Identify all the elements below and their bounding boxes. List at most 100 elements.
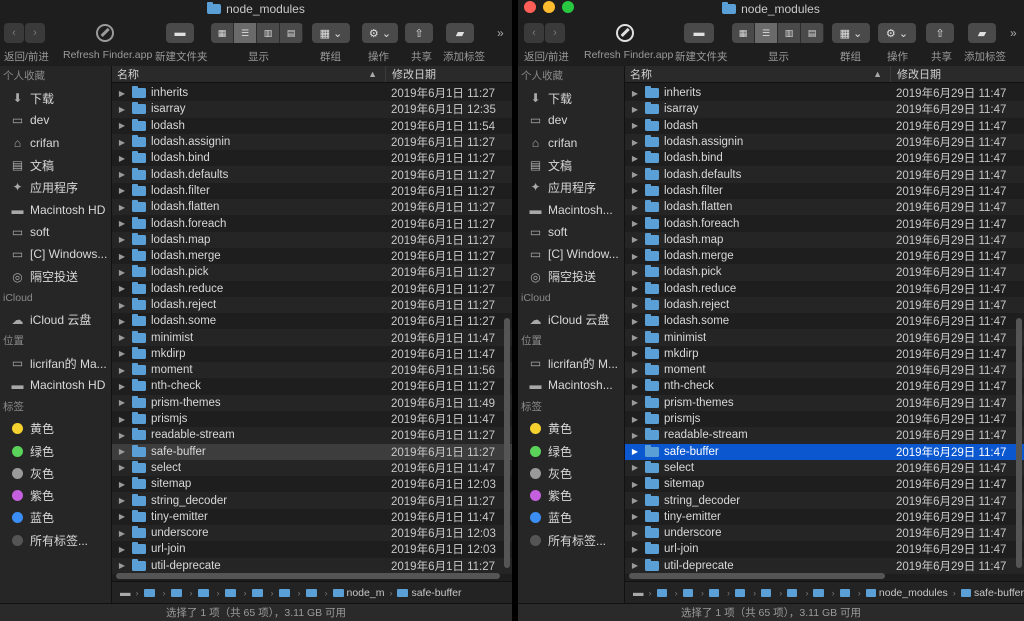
icon-view-icon[interactable]: ▦: [211, 23, 234, 43]
disclosure-triangle-icon[interactable]: ▶: [112, 138, 132, 147]
column-view-icon[interactable]: ▥: [778, 23, 801, 43]
date-column-header[interactable]: 修改日期: [890, 66, 1024, 82]
back-button[interactable]: ‹: [524, 23, 544, 43]
table-row[interactable]: ▶ lodash.foreach 2019年6月29日 11:47: [625, 215, 1024, 231]
table-row[interactable]: ▶ isarray 2019年6月1日 12:35: [112, 101, 512, 118]
disclosure-triangle-icon[interactable]: ▶: [112, 415, 132, 424]
table-row[interactable]: ▶ select 2019年6月29日 11:47: [625, 459, 1024, 477]
disclosure-triangle-icon[interactable]: ▶: [625, 366, 645, 375]
table-row[interactable]: ▶ util-deprecate 2019年6月1日 11:27: [112, 557, 512, 574]
table-row[interactable]: ▶ inherits 2019年6月29日 11:47: [625, 85, 1024, 101]
table-row[interactable]: ▶ lodash.map 2019年6月29日 11:47: [625, 231, 1024, 248]
folder-icon[interactable]: [197, 588, 209, 597]
folder-icon[interactable]: [813, 588, 824, 597]
disclosure-triangle-icon[interactable]: ▶: [625, 170, 645, 179]
sidebar-item[interactable]: ▬ Macintosh...: [518, 198, 624, 220]
sidebar-item[interactable]: ⬇ 下载: [518, 87, 624, 109]
sidebar-item[interactable]: ▬ Macintosh HD: [0, 374, 111, 396]
disclosure-triangle-icon[interactable]: ▶: [112, 301, 132, 310]
vertical-scrollbar[interactable]: [504, 318, 510, 568]
table-row[interactable]: ▶ util-deprecate 2019年6月29日 11:47: [625, 557, 1024, 574]
folder-icon[interactable]: [224, 588, 236, 597]
table-row[interactable]: ▶ nth-check 2019年6月1日 11:27: [112, 378, 512, 394]
table-row[interactable]: ▶ lodash.flatten 2019年6月29日 11:47: [625, 199, 1024, 216]
table-row[interactable]: ▶ lodash.assignin 2019年6月29日 11:47: [625, 133, 1024, 151]
disclosure-triangle-icon[interactable]: ▶: [625, 203, 645, 212]
sidebar-item[interactable]: ◎ 隔空投送: [0, 265, 111, 287]
sidebar-item[interactable]: ▭ licrifan的 M...: [518, 352, 624, 374]
share-button[interactable]: ⇧: [405, 23, 433, 43]
sidebar-item[interactable]: 所有标签...: [518, 529, 624, 551]
view-switcher[interactable]: ▦ ☰ ▥ ▤: [211, 23, 303, 43]
action-button[interactable]: ⚙ ⌄: [878, 23, 916, 43]
folder-icon[interactable]: [251, 588, 263, 597]
add-tag-button[interactable]: ▰: [446, 23, 474, 43]
table-row[interactable]: ▶ sitemap 2019年6月1日 12:03: [112, 476, 512, 492]
disclosure-triangle-icon[interactable]: ▶: [112, 186, 132, 195]
disclosure-triangle-icon[interactable]: ▶: [625, 496, 645, 505]
table-row[interactable]: ▶ string_decoder 2019年6月29日 11:47: [625, 492, 1024, 509]
path-segment[interactable]: safe-buffer: [411, 587, 461, 599]
table-row[interactable]: ▶ lodash.filter 2019年6月29日 11:47: [625, 183, 1024, 199]
disclosure-triangle-icon[interactable]: ▶: [625, 284, 645, 293]
table-row[interactable]: ▶ lodash.map 2019年6月1日 11:27: [112, 231, 512, 248]
folder-icon[interactable]: [734, 588, 746, 597]
sidebar-item[interactable]: 紫色: [518, 484, 624, 506]
no-entry-icon[interactable]: [96, 24, 114, 42]
sidebar-item[interactable]: ✦ 应用程序: [0, 176, 111, 198]
table-row[interactable]: ▶ underscore 2019年6月1日 12:03: [112, 525, 512, 542]
disclosure-triangle-icon[interactable]: ▶: [112, 284, 132, 293]
disclosure-triangle-icon[interactable]: ▶: [625, 252, 645, 261]
disclosure-triangle-icon[interactable]: ▶: [112, 480, 132, 489]
disclosure-triangle-icon[interactable]: ▶: [112, 463, 132, 472]
sidebar-item[interactable]: ⬇ 下载: [0, 87, 111, 109]
disclosure-triangle-icon[interactable]: ▶: [625, 219, 645, 228]
table-row[interactable]: ▶ lodash 2019年6月29日 11:47: [625, 118, 1024, 134]
disclosure-triangle-icon[interactable]: ▶: [625, 349, 645, 358]
no-entry-icon[interactable]: [616, 24, 634, 42]
sidebar-item[interactable]: ▭ licrifan的 Ma...: [0, 352, 111, 374]
folder-icon[interactable]: [278, 588, 290, 597]
sidebar-item[interactable]: ▭ dev: [0, 109, 111, 131]
table-row[interactable]: ▶ lodash.pick 2019年6月1日 11:27: [112, 264, 512, 281]
sidebar-item[interactable]: ▭ dev: [518, 109, 624, 131]
share-button[interactable]: ⇧: [926, 23, 954, 43]
disclosure-triangle-icon[interactable]: ▶: [625, 317, 645, 326]
table-row[interactable]: ▶ inherits 2019年6月1日 11:27: [112, 85, 512, 101]
folder-icon[interactable]: [839, 588, 850, 597]
disclosure-triangle-icon[interactable]: ▶: [112, 170, 132, 179]
sidebar-item[interactable]: ▤ 文稿: [518, 154, 624, 176]
disclosure-triangle-icon[interactable]: ▶: [112, 545, 132, 554]
table-row[interactable]: ▶ lodash.reject 2019年6月1日 11:27: [112, 296, 512, 314]
disclosure-triangle-icon[interactable]: ▶: [625, 545, 645, 554]
group-button[interactable]: ▦ ⌄: [832, 23, 870, 43]
disclosure-triangle-icon[interactable]: ▶: [112, 398, 132, 407]
view-switcher[interactable]: ▦ ☰ ▥ ▤: [732, 23, 824, 43]
sidebar-item[interactable]: 蓝色: [0, 507, 111, 529]
table-row[interactable]: ▶ lodash.flatten 2019年6月1日 11:27: [112, 199, 512, 216]
disclosure-triangle-icon[interactable]: ▶: [625, 154, 645, 163]
table-row[interactable]: ▶ safe-buffer 2019年6月29日 11:47: [625, 443, 1024, 460]
table-row[interactable]: ▶ lodash.some 2019年6月29日 11:47: [625, 313, 1024, 329]
name-column-header[interactable]: 名称 ▲: [112, 66, 385, 82]
new-folder-button[interactable]: ▬: [684, 23, 714, 43]
sidebar-item[interactable]: ▬ Macintosh...: [518, 374, 624, 396]
list-view-icon[interactable]: ☰: [234, 23, 257, 43]
table-row[interactable]: ▶ url-join 2019年6月29日 11:47: [625, 541, 1024, 557]
table-row[interactable]: ▶ lodash.reduce 2019年6月1日 11:27: [112, 281, 512, 297]
table-row[interactable]: ▶ lodash.assignin 2019年6月1日 11:27: [112, 133, 512, 151]
disclosure-triangle-icon[interactable]: ▶: [625, 138, 645, 147]
forward-button[interactable]: ›: [545, 23, 565, 43]
sidebar-item[interactable]: ⌂ crifan: [0, 132, 111, 154]
disclosure-triangle-icon[interactable]: ▶: [112, 317, 132, 326]
table-row[interactable]: ▶ url-join 2019年6月1日 12:03: [112, 541, 512, 557]
window-title-bar[interactable]: node_modules: [518, 0, 1024, 18]
path-segment[interactable]: safe-buffer: [974, 587, 1024, 599]
disclosure-triangle-icon[interactable]: ▶: [625, 447, 645, 456]
folder-icon[interactable]: [708, 588, 719, 597]
list-view-icon[interactable]: ☰: [755, 23, 778, 43]
disclosure-triangle-icon[interactable]: ▶: [112, 447, 132, 456]
disclosure-triangle-icon[interactable]: ▶: [625, 333, 645, 342]
table-row[interactable]: ▶ minimist 2019年6月29日 11:47: [625, 329, 1024, 346]
table-row[interactable]: ▶ mkdirp 2019年6月1日 11:47: [112, 346, 512, 362]
